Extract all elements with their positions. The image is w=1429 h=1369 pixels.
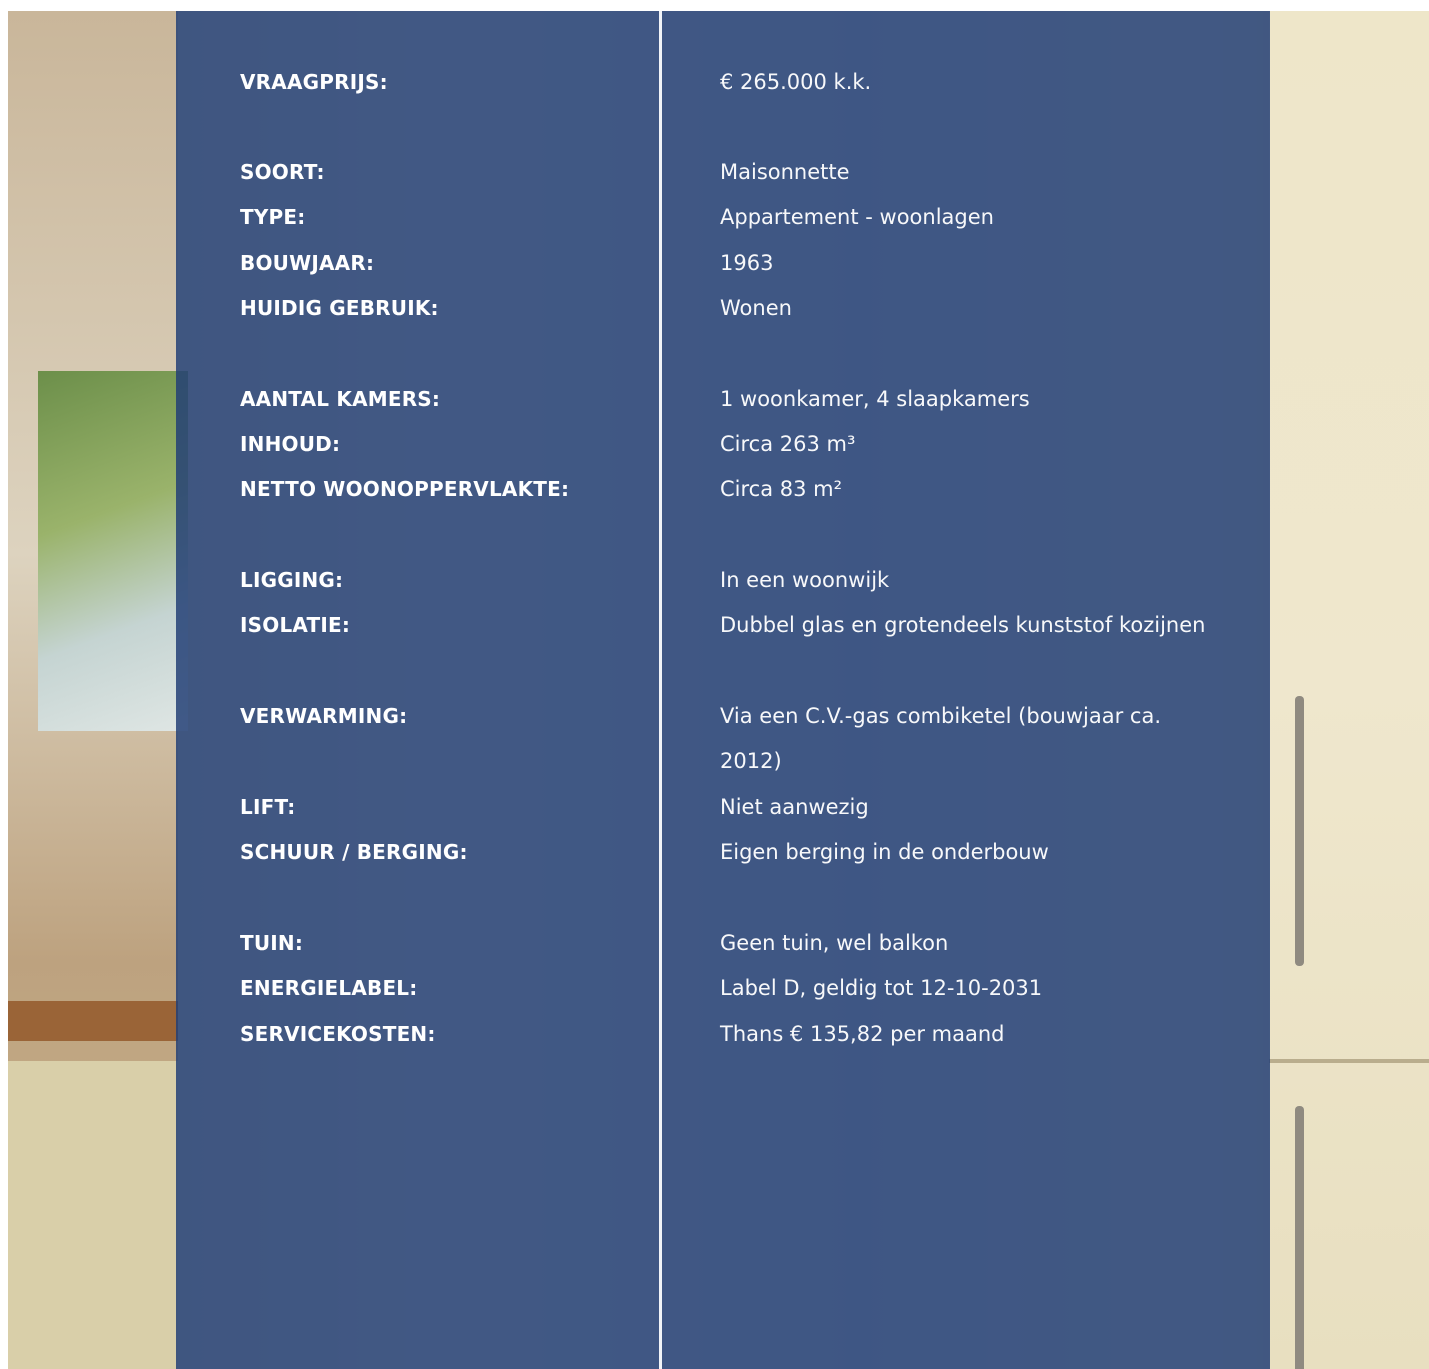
- label-servicekosten: SERVICEKOSTEN:: [240, 1022, 436, 1046]
- label-vraagprijs: VRAAGPRIJS:: [240, 70, 388, 94]
- value-ligging: In een woonwijk: [720, 568, 890, 592]
- photo-counter: [8, 1001, 178, 1041]
- photo-cabinet: [8, 1061, 178, 1369]
- label-isolatie: ISOLATIE:: [240, 613, 351, 637]
- value-lift: Niet aanwezig: [720, 795, 869, 819]
- fridge-handle-bottom: [1295, 1106, 1304, 1369]
- property-details-page: VRAAGPRIJS: SOORT: TYPE: BOUWJAAR: HUIDI…: [0, 0, 1429, 1369]
- value-tuin: Geen tuin, wel balkon: [720, 931, 949, 955]
- label-tuin: TUIN:: [240, 931, 304, 955]
- label-lift: LIFT:: [240, 795, 296, 819]
- value-type: Appartement - woonlagen: [720, 205, 994, 229]
- label-inhoud: INHOUD:: [240, 432, 341, 456]
- label-energielabel: ENERGIELABEL:: [240, 976, 418, 1000]
- value-soort: Maisonnette: [720, 160, 850, 184]
- value-huidig-gebruik: Wonen: [720, 296, 792, 320]
- label-netto-woonoppervlakte: NETTO WOONOPPERVLAKTE:: [240, 477, 570, 501]
- label-huidig-gebruik: HUIDIG GEBRUIK:: [240, 296, 439, 320]
- value-isolatie: Dubbel glas en grotendeels kunststof koz…: [720, 613, 1206, 637]
- value-energielabel: Label D, geldig tot 12-10-2031: [720, 976, 1043, 1000]
- label-bouwjaar: BOUWJAAR:: [240, 251, 375, 275]
- value-servicekosten: Thans € 135,82 per maand: [720, 1022, 1005, 1046]
- label-verwarming: VERWARMING:: [240, 704, 408, 728]
- photo-window: [38, 371, 188, 731]
- label-aantal-kamers: AANTAL KAMERS:: [240, 387, 441, 411]
- label-schuur-berging: SCHUUR / BERGING:: [240, 840, 468, 864]
- fridge-seam: [1269, 1059, 1429, 1063]
- column-divider: [659, 11, 662, 1369]
- value-schuur-berging: Eigen berging in de onderbouw: [720, 840, 1049, 864]
- value-verwarming: Via een C.V.-gas combiketel (bouwjaar ca…: [720, 704, 1162, 773]
- photo-fridge: [1269, 11, 1429, 1369]
- value-aantal-kamers: 1 woonkamer, 4 slaapkamers: [720, 387, 1030, 411]
- fridge-handle-top: [1295, 696, 1304, 966]
- label-ligging: LIGGING:: [240, 568, 344, 592]
- value-bouwjaar: 1963: [720, 251, 774, 275]
- value-netto-woonoppervlakte: Circa 83 m²: [720, 477, 843, 501]
- label-type: TYPE:: [240, 205, 306, 229]
- value-inhoud: Circa 263 m³: [720, 432, 856, 456]
- label-soort: SOORT:: [240, 160, 325, 184]
- value-vraagprijs: € 265.000 k.k.: [720, 70, 872, 94]
